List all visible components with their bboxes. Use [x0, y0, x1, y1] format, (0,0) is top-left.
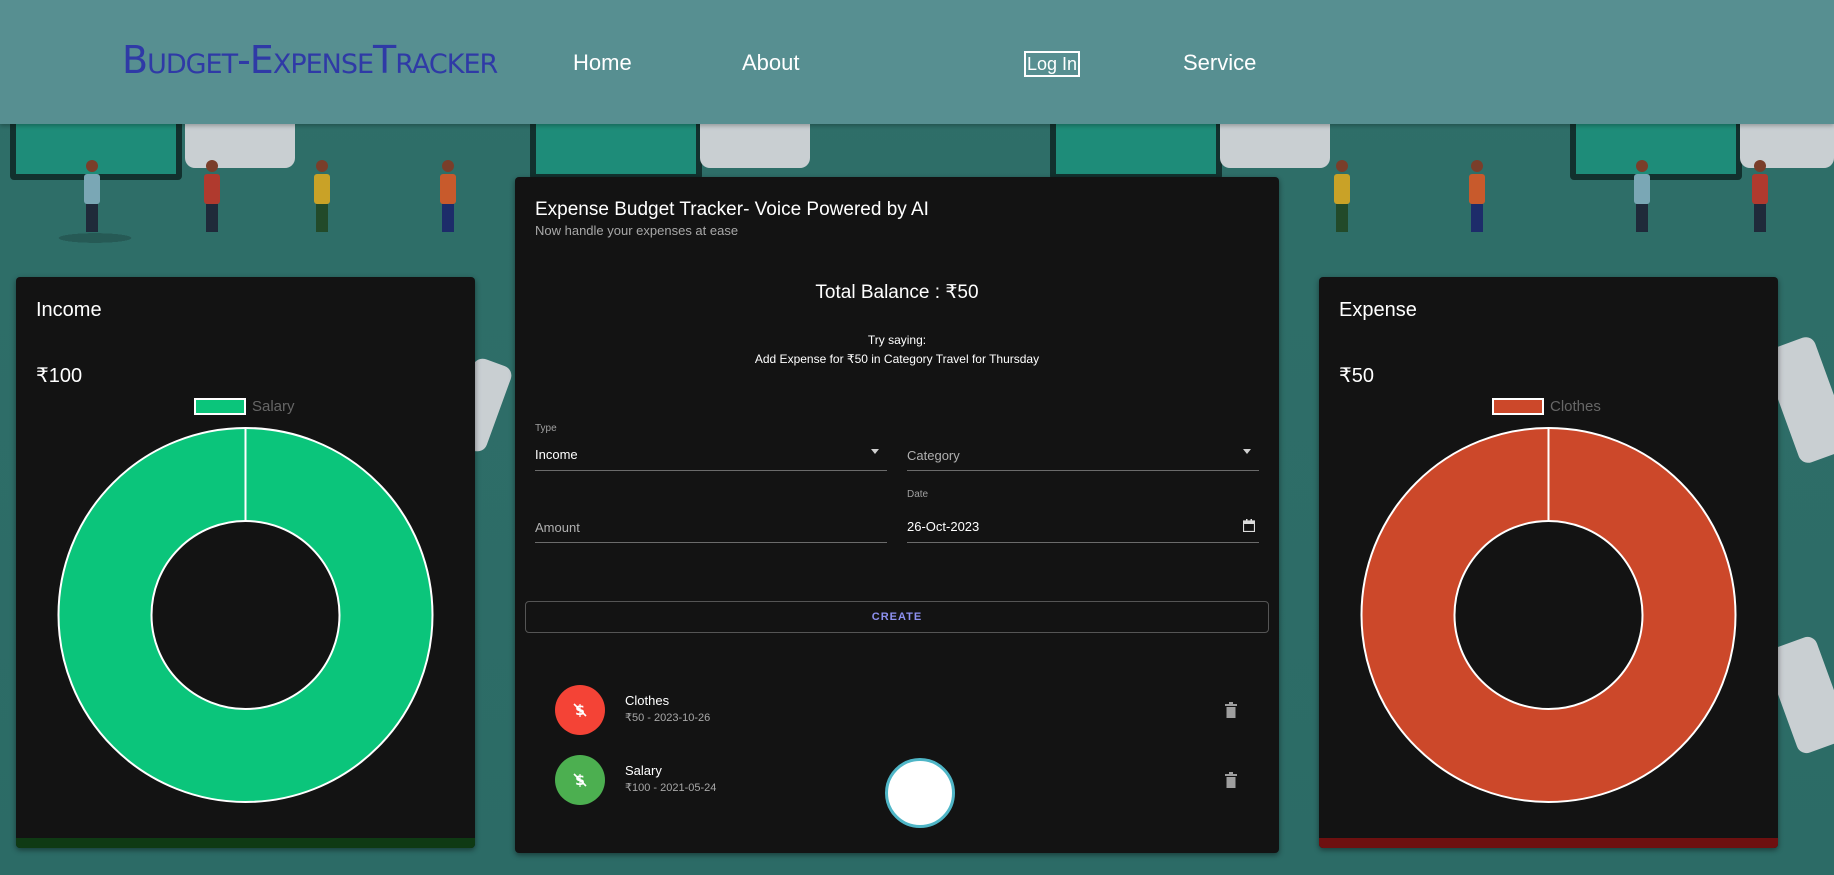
- trash-icon[interactable]: [1224, 772, 1238, 788]
- voice-assistant-button[interactable]: [885, 758, 955, 828]
- dollar-off-icon: $: [555, 755, 605, 805]
- calendar-icon[interactable]: [1243, 519, 1255, 532]
- type-label: Type: [535, 423, 557, 434]
- trash-icon[interactable]: [1224, 702, 1238, 718]
- amount-placeholder: Amount: [535, 520, 580, 535]
- try-saying-label: Try saying:: [867, 333, 927, 347]
- navbar: Budget-ExpenseTracker Home About Log In …: [0, 0, 1834, 124]
- type-value: Income: [535, 447, 578, 462]
- dollar-off-icon: $: [555, 685, 605, 735]
- type-select[interactable]: Type Income: [535, 423, 887, 471]
- total-balance: Total Balance : ₹50: [815, 282, 979, 303]
- main-panel: Expense Budget Tracker- Voice Powered by…: [515, 177, 1279, 853]
- nav-home[interactable]: Home: [573, 50, 632, 76]
- category-select[interactable]: Category: [907, 441, 1259, 471]
- income-doughnut-chart: [57, 427, 434, 803]
- create-button[interactable]: CREATE: [525, 601, 1269, 633]
- date-input[interactable]: Date 26-Oct-2023: [907, 489, 1259, 543]
- transaction-meta: ₹100 - 2021-05-24: [625, 782, 717, 794]
- main-subtitle: Now handle your expenses at ease: [535, 223, 739, 238]
- category-placeholder: Category: [907, 448, 960, 463]
- voice-example: Add Expense for ₹50 in Category Travel f…: [754, 352, 1040, 366]
- date-value: 26-Oct-2023: [907, 519, 980, 534]
- amount-input[interactable]: Amount: [535, 513, 887, 543]
- income-card-bar: [16, 838, 475, 848]
- transaction-name: Salary: [625, 763, 662, 778]
- nav-service[interactable]: Service: [1183, 50, 1256, 76]
- transaction-name: Clothes: [625, 693, 670, 708]
- date-label: Date: [907, 489, 929, 500]
- nav-about[interactable]: About: [742, 50, 800, 76]
- chevron-down-icon: [1243, 449, 1251, 454]
- transaction-meta: ₹50 - 2023-10-26: [625, 712, 711, 724]
- expense-doughnut-chart: [1360, 427, 1737, 803]
- brand-logo[interactable]: Budget-ExpenseTracker: [122, 38, 498, 82]
- chart-inner-hole: [1453, 520, 1644, 710]
- main-title: Expense Budget Tracker- Voice Powered by…: [535, 199, 929, 220]
- income-card: Income ₹100 Salary: [16, 277, 475, 848]
- chevron-down-icon: [871, 449, 879, 454]
- chart-inner-hole: [150, 520, 341, 710]
- nav-login[interactable]: Log In: [1024, 51, 1081, 77]
- expense-card: Expense ₹50 Clothes: [1319, 277, 1778, 848]
- expense-card-bar: [1319, 838, 1778, 848]
